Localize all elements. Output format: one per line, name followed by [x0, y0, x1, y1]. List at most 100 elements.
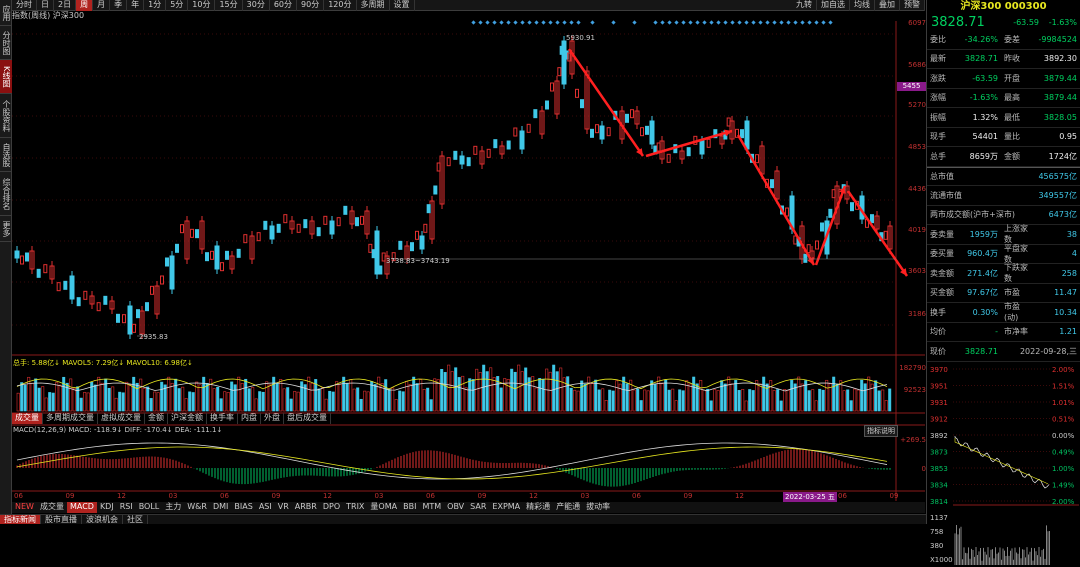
period-15[interactable]: 多周期	[357, 0, 390, 11]
indicator-tab-21[interactable]: 产能通	[553, 502, 583, 513]
sidebar-item-kline[interactable]: K线图	[0, 60, 12, 94]
indicator-tab-3[interactable]: RSI	[117, 502, 136, 513]
indicator-tab-2[interactable]: KDJ	[97, 502, 117, 513]
sidebar-item-intraday[interactable]: 分时图	[0, 26, 12, 60]
period-12[interactable]: 60分	[270, 0, 298, 11]
indicator-tab-10[interactable]: VR	[275, 502, 292, 513]
indicator-tab-9[interactable]: ASI	[256, 502, 275, 513]
period-14[interactable]: 120分	[324, 0, 357, 11]
sidebar-item-ranking[interactable]: 综合排名	[0, 172, 12, 216]
volume-tab-1[interactable]: 多周期成交量	[43, 413, 98, 424]
period-4[interactable]: 月	[93, 0, 111, 11]
indicator-tab-1[interactable]: MACD	[66, 502, 97, 513]
indicator-tab-16[interactable]: MTM	[419, 502, 444, 513]
sidebar-item-watchlist[interactable]: 自选股	[0, 138, 12, 172]
volume-tab-6[interactable]: 内盘	[238, 413, 261, 424]
volume-bar	[447, 364, 451, 412]
volume-tab-3[interactable]: 金额	[145, 413, 168, 424]
indicator-tab-22[interactable]: 拔动率	[583, 502, 613, 513]
indicator-tab-7[interactable]: DMI	[210, 502, 231, 513]
indicator-tab-4[interactable]: BOLL	[136, 502, 163, 513]
indicator-tab-5[interactable]: 主力	[162, 502, 184, 513]
volume-bar	[443, 372, 447, 412]
volume-bar	[160, 381, 164, 412]
indicator-tab-11[interactable]: ARBR	[292, 502, 320, 513]
signal-marker	[632, 20, 637, 25]
bottom-tab-0[interactable]: 指标新闻	[0, 515, 41, 524]
bottom-tab-2[interactable]: 波浪机会	[82, 515, 123, 524]
indicator-tab-13[interactable]: TRIX	[343, 502, 367, 513]
candle-body	[446, 157, 451, 167]
volume-tab-5[interactable]: 换手率	[207, 413, 238, 424]
toolbar-action-1[interactable]: 加自选	[817, 0, 850, 11]
period-5[interactable]: 季	[110, 0, 128, 11]
indicator-help-button[interactable]: 指标说明	[864, 425, 898, 437]
toolbar-action-0[interactable]: 九转	[792, 0, 817, 11]
volume-bar	[856, 389, 860, 412]
indicator-tab-17[interactable]: OBV	[444, 502, 467, 513]
indicator-tab-8[interactable]: BIAS	[231, 502, 255, 513]
bottom-tab-1[interactable]: 股市直播	[41, 515, 82, 524]
macd-axis-zero: 0	[921, 465, 926, 473]
signal-marker	[765, 20, 770, 25]
volume-bar	[657, 376, 661, 412]
period-7[interactable]: 1分	[144, 0, 167, 11]
volume-bar	[184, 398, 188, 412]
sidebar-item-stock-info[interactable]: 个股资料	[0, 94, 12, 138]
volume-bar	[223, 391, 227, 412]
volume-tab-2[interactable]: 虚拟成交量	[98, 413, 145, 424]
indicator-tab-19[interactable]: EXPMA	[489, 502, 523, 513]
candle-body	[506, 140, 511, 150]
volume-tab-7[interactable]: 外盘	[261, 413, 284, 424]
indicator-tab-6[interactable]: W&R	[184, 502, 210, 513]
period-8[interactable]: 5分	[166, 0, 189, 11]
period-16[interactable]: 设置	[390, 0, 415, 11]
volume-bar	[748, 389, 752, 412]
volume-bar	[83, 391, 87, 412]
candle-body	[127, 305, 133, 335]
indicator-tab-15[interactable]: BBI	[400, 502, 419, 513]
period-1[interactable]: 日	[37, 0, 54, 11]
quote-label: 涨幅	[930, 93, 946, 103]
period-13[interactable]: 90分	[297, 0, 325, 11]
quote-row: 涨幅 -1.63% 最高 3879.44	[927, 89, 1080, 108]
volume-bar	[181, 386, 185, 412]
toolbar-action-2[interactable]: 均线	[850, 0, 875, 11]
sidebar-item-more[interactable]: 更多	[0, 216, 12, 242]
period-0[interactable]: 分时	[12, 0, 37, 11]
volume-bar	[261, 391, 265, 412]
period-6[interactable]: 年	[127, 0, 145, 11]
mini-price-tick: 3892	[930, 432, 948, 440]
mini-pct-tick: 0.51%	[1052, 415, 1075, 423]
volume-tab-8[interactable]: 盘后成交量	[284, 413, 331, 424]
indicator-tab-14[interactable]: 量OMA	[367, 502, 400, 513]
period-9[interactable]: 10分	[188, 0, 216, 11]
main-chart-area[interactable]	[12, 11, 925, 514]
volume-tab-4[interactable]: 沪深金额	[168, 413, 207, 424]
volume-bar	[293, 391, 297, 412]
toolbar-action-4[interactable]: 预警	[900, 0, 925, 11]
indicator-tab-12[interactable]: DPO	[320, 502, 343, 513]
volume-bar	[552, 364, 556, 412]
volume-bar	[247, 388, 251, 412]
period-10[interactable]: 15分	[215, 0, 243, 11]
volume-bar	[492, 377, 496, 412]
period-3[interactable]: 周	[76, 0, 94, 11]
volume-bar	[783, 389, 787, 412]
candle-body	[76, 297, 81, 307]
toolbar-action-3[interactable]: 叠加	[875, 0, 900, 11]
indicator-tab-20[interactable]: 精彩通	[523, 502, 553, 513]
quote-row: 涨跌 -63.59 开盘 3879.44	[927, 69, 1080, 89]
indicator-tab-0[interactable]: 成交量	[37, 502, 67, 513]
bottom-tab-3[interactable]: 社区	[123, 515, 148, 524]
candle-body	[263, 220, 268, 230]
period-2[interactable]: 2日	[54, 0, 77, 11]
volume-tab-0[interactable]: 成交量	[12, 413, 43, 424]
signal-marker	[492, 20, 497, 25]
period-11[interactable]: 30分	[243, 0, 270, 11]
indicator-tab-18[interactable]: SAR	[467, 502, 489, 513]
signal-marker	[506, 20, 511, 25]
intraday-mini-chart[interactable]: 3970 2.00% 3951 1.51% 3931 1.01% 3912 0.51% 3892…	[927, 362, 1080, 567]
sidebar-item-apps[interactable]: 应用	[0, 0, 12, 26]
quote-label: 涨跌	[930, 73, 946, 83]
